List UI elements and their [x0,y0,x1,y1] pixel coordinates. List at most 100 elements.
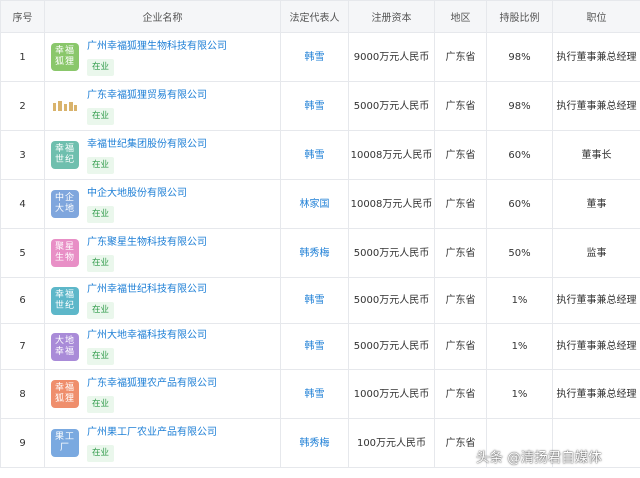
cell-capital: 5000万元人民币 [348,277,435,324]
company-logo: 幸福世纪 [51,141,79,169]
cell-company: 幸福世纪 广州幸福世纪科技有限公司 在业 [44,277,281,324]
company-name-link[interactable]: 广东幸福狐狸贸易有限公司 [87,88,207,103]
company-logo: 幸福狐狸 [51,380,79,408]
cell-rep-link[interactable]: 韩秀梅 [280,228,349,278]
cell-capital: 10008万元人民币 [348,130,435,180]
cell-rep-link[interactable]: 韩雪 [280,323,349,370]
cell-share: 1% [486,277,553,324]
company-name-link[interactable]: 幸福世纪集团股份有限公司 [87,137,207,152]
table-row[interactable]: 8 幸福狐狸 广东幸福狐狸农产品有限公司 在业 韩雪 1000万元人民币 广东省… [0,369,640,419]
status-badge: 在业 [87,302,115,319]
cell-rep-link[interactable]: 韩秀梅 [280,418,349,468]
cell-rep-link[interactable]: 韩雪 [280,369,349,419]
cell-capital: 10008万元人民币 [348,179,435,229]
table-row[interactable]: 5 聚星生物 广东聚星生物科技有限公司 在业 韩秀梅 5000万元人民币 广东省… [0,228,640,278]
cell-idx: 7 [0,323,45,370]
status-badge: 在业 [87,254,115,272]
cell-position: 董事 [552,179,640,229]
company-name-link[interactable]: 广州幸福狐狸生物科技有限公司 [87,39,227,54]
cell-region: 广东省 [434,179,487,229]
table-row[interactable]: 7 大地幸福 广州大地幸福科技有限公司 在业 韩雪 5000万元人民币 广东省 … [0,323,640,370]
company-name-link[interactable]: 广州果工厂农业产品有限公司 [87,425,217,440]
cell-idx: 3 [0,130,45,180]
cell-position: 执行董事兼总经理 [552,369,640,419]
cell-idx: 4 [0,179,45,229]
cell-company: 幸福狐狸 广东幸福狐狸农产品有限公司 在业 [44,369,281,419]
company-logo: 聚星生物 [51,239,79,267]
cell-company: 大地幸福 广州大地幸福科技有限公司 在业 [44,323,281,370]
header-position: 职位 [552,0,640,33]
company-name-link[interactable]: 广东聚星生物科技有限公司 [87,235,207,250]
cell-rep-link[interactable]: 林家国 [280,179,349,229]
table-row[interactable]: 4 中企大地 中企大地股份有限公司 在业 林家国 10008万元人民币 广东省 … [0,179,640,229]
cell-capital: 1000万元人民币 [348,369,435,419]
cell-position: 执行董事兼总经理 [552,81,640,131]
table-row[interactable]: 2 广东幸福狐狸贸易有限公司 在业 韩雪 5000万元人民币 广东省 98% 执… [0,81,640,131]
cell-region: 广东省 [434,81,487,131]
cell-share: 1% [486,323,553,370]
cell-rep-link[interactable]: 韩雪 [280,130,349,180]
cell-region: 广东省 [434,32,487,82]
cell-company: 幸福世纪 幸福世纪集团股份有限公司 在业 [44,130,281,180]
company-logo: 大地幸福 [51,332,79,361]
company-logo: 幸福狐狸 [51,43,79,71]
status-badge: 在业 [87,395,115,413]
cell-capital: 5000万元人民币 [348,228,435,278]
cell-region: 广东省 [434,369,487,419]
company-name-link[interactable]: 中企大地股份有限公司 [87,186,187,201]
cell-rep-link[interactable]: 韩雪 [280,277,349,324]
status-badge: 在业 [87,58,115,76]
company-name-link[interactable]: 广州幸福世纪科技有限公司 [87,282,207,297]
company-logo: 中企大地 [51,190,79,218]
cell-capital: 100万元人民币 [348,418,435,468]
company-logo-image [51,92,79,120]
cell-company: 幸福狐狸 广州幸福狐狸生物科技有限公司 在业 [44,32,281,82]
cell-share: 60% [486,179,553,229]
header-capital: 注册资本 [348,0,435,33]
cell-capital: 5000万元人民币 [348,323,435,370]
cell-region: 广东省 [434,277,487,324]
status-badge: 在业 [87,156,115,174]
header-share: 持股比例 [486,0,553,33]
company-name-link[interactable]: 广州大地幸福科技有限公司 [87,328,207,343]
cell-position: 执行董事兼总经理 [552,32,640,82]
cell-region: 广东省 [434,228,487,278]
cell-idx: 5 [0,228,45,278]
cell-idx: 1 [0,32,45,82]
cell-share: 98% [486,32,553,82]
cell-idx: 9 [0,418,45,468]
table-row[interactable]: 6 幸福世纪 广州幸福世纪科技有限公司 在业 韩雪 5000万元人民币 广东省 … [0,277,640,324]
cell-company: 果工厂 广州果工厂农业产品有限公司 在业 [44,418,281,468]
cell-position: 执行董事兼总经理 [552,277,640,324]
company-logo: 幸福世纪 [51,286,79,315]
cell-company: 中企大地 中企大地股份有限公司 在业 [44,179,281,229]
cell-share: 50% [486,228,553,278]
company-table: 序号 企业名称 法定代表人 注册资本 地区 持股比例 职位 1 幸福狐狸 广州幸… [0,0,640,468]
header-name: 企业名称 [44,0,281,33]
table-row[interactable]: 3 幸福世纪 幸福世纪集团股份有限公司 在业 韩雪 10008万元人民币 广东省… [0,130,640,180]
cell-position: 董事长 [552,130,640,180]
cell-position: 执行董事兼总经理 [552,323,640,370]
status-badge: 在业 [87,348,115,365]
cell-share: 1% [486,369,553,419]
cell-share: 98% [486,81,553,131]
status-badge: 在业 [87,205,115,223]
cell-region: 广东省 [434,323,487,370]
cell-company: 广东幸福狐狸贸易有限公司 在业 [44,81,281,131]
table-header: 序号 企业名称 法定代表人 注册资本 地区 持股比例 职位 [0,0,640,33]
cell-capital: 5000万元人民币 [348,81,435,131]
header-rep: 法定代表人 [280,0,349,33]
cell-rep-link[interactable]: 韩雪 [280,81,349,131]
cell-capital: 9000万元人民币 [348,32,435,82]
table-row[interactable]: 1 幸福狐狸 广州幸福狐狸生物科技有限公司 在业 韩雪 9000万元人民币 广东… [0,32,640,82]
status-badge: 在业 [87,107,115,125]
company-name-link[interactable]: 广东幸福狐狸农产品有限公司 [87,376,217,391]
cell-rep-link[interactable]: 韩雪 [280,32,349,82]
watermark: 头条 @清扬君自媒体 [476,450,602,466]
header-region: 地区 [434,0,487,33]
cell-idx: 6 [0,277,45,324]
header-idx: 序号 [0,0,45,33]
company-logo: 果工厂 [51,429,79,457]
status-badge: 在业 [87,444,115,462]
cell-position: 监事 [552,228,640,278]
